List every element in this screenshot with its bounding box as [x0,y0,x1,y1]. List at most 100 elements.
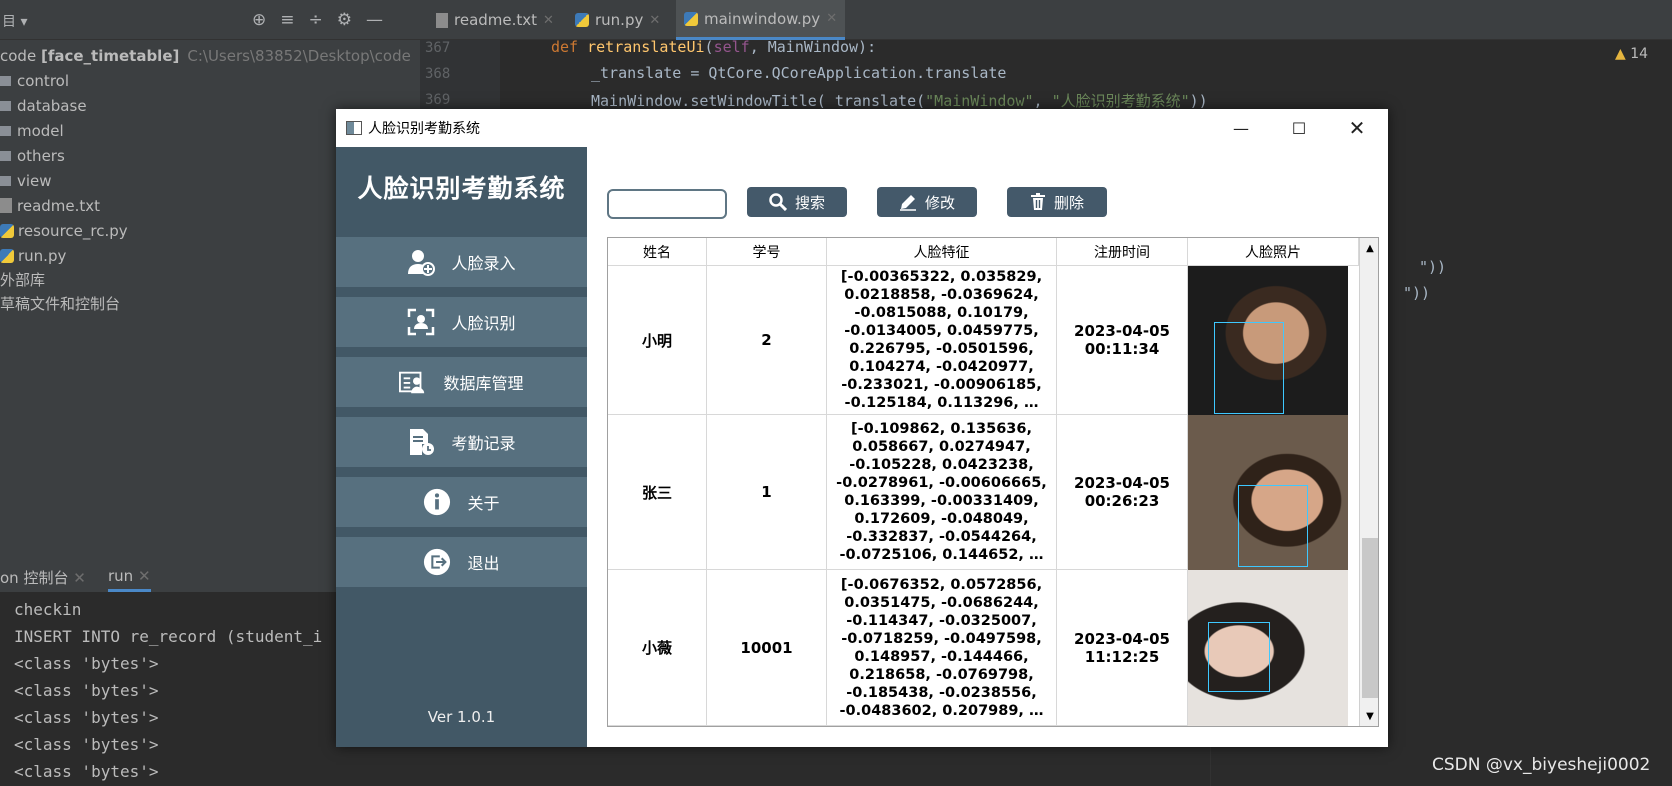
nav-about[interactable]: 关于 [336,477,587,527]
maximize-button[interactable]: ☐ [1270,109,1328,147]
close-icon[interactable]: ✕ [543,13,554,28]
close-button[interactable]: ✕ [1328,109,1386,147]
warnings-count: 14 [1630,46,1649,62]
locate-icon[interactable]: ⊕ [252,10,266,30]
column-header-photo[interactable]: 人脸照片 [1188,238,1359,266]
code-token: )) [1189,92,1208,110]
minimize-panel-icon[interactable]: — [366,10,383,30]
male-face-photo-2 [1188,415,1348,570]
attendance-app-window: 人脸识别考勤系统 — ☐ ✕ 人脸识别考勤系统 人脸录入 人脸识别 数据库管理 [336,109,1388,747]
column-header-feature[interactable]: 人脸特征 [827,238,1057,266]
cell-time[interactable]: 2023-04-05 11:12:25 [1057,570,1188,726]
face-detection-box [1214,322,1284,414]
tab-label: readme.txt [454,11,538,29]
tree-item-run[interactable]: run.py [0,243,66,268]
warnings-indicator[interactable]: ▲ 14 [1615,46,1648,62]
code-token: , MainWindow): [749,38,877,56]
student-table[interactable]: 姓名 学号 人脸特征 注册时间 人脸照片 小明 2 [-0.00365322, … [607,237,1379,727]
tree-item-external-libs[interactable]: 外部库 [0,267,45,292]
cell-time[interactable]: 2023-04-05 00:11:34 [1057,266,1188,415]
cell-time[interactable]: 2023-04-05 00:26:23 [1057,415,1188,570]
column-header-id[interactable]: 学号 [707,238,827,266]
tab-label: run.py [595,11,644,29]
female-face-photo [1188,570,1348,726]
window-titlebar[interactable]: 人脸识别考勤系统 — ☐ ✕ [336,109,1388,147]
code-token: retranslateUi [587,38,705,56]
code-line-369: MainWindow.setWindowTitle(_translate("Ma… [591,90,1208,111]
tree-label: run.py [18,246,67,265]
nav-label: 人脸录入 [451,254,516,273]
cell-name[interactable]: 张三 [608,415,707,570]
search-button[interactable]: 搜索 [747,187,847,217]
code-token: def [551,38,588,56]
database-manage-icon [399,368,427,396]
column-header-time[interactable]: 注册时间 [1057,238,1188,266]
tree-item-others[interactable]: others [0,143,65,168]
cell-name[interactable]: 小薇 [608,570,707,726]
line-number: 367 [425,40,451,56]
console-line: <class 'bytes'> [14,735,159,754]
nav-exit[interactable]: 退出 [336,537,587,587]
minimize-button[interactable]: — [1212,109,1270,147]
close-icon[interactable]: ✕ [73,569,86,587]
exit-icon [423,548,451,576]
close-icon[interactable]: ✕ [138,567,151,585]
table-scrollbar[interactable]: ▲ ▼ [1359,238,1378,726]
edit-button[interactable]: 修改 [877,187,977,217]
cell-id[interactable]: 2 [707,266,827,415]
database-management-panel: 搜索 修改 删除 姓名 学号 人脸特征 注册时间 人脸照片 小明 2 [-0.0… [587,147,1388,747]
tab-readme[interactable]: readme.txt ✕ [428,0,562,40]
code-token: ( [704,38,714,56]
nav-label: 考勤记录 [451,434,516,453]
attendance-record-icon [407,428,435,456]
project-root[interactable]: code [face_timetable] C:\Users\83852\Des… [0,43,411,68]
cell-feature[interactable]: [-0.0676352, 0.0572856, 0.0351475, -0.06… [827,570,1057,726]
tree-item-readme[interactable]: readme.txt [0,193,100,218]
scroll-down-icon[interactable]: ▼ [1360,706,1378,726]
watermark: CSDN @vx_biyesheji0002 [1432,755,1651,775]
tab-python-console[interactable]: on 控制台 ✕ [0,567,86,588]
tree-item-model[interactable]: model [0,118,64,143]
scroll-thumb[interactable] [1362,538,1378,698]
expand-all-icon[interactable]: ≡ [280,10,294,30]
search-input[interactable] [607,189,727,219]
project-dropdown-chevron-icon[interactable]: 目 ▾ [2,11,27,31]
root-module: [face_timetable] [40,46,180,65]
column-header-name[interactable]: 姓名 [608,238,707,266]
close-icon[interactable]: ✕ [649,13,660,28]
text-file-icon [436,12,448,28]
cell-id[interactable]: 10001 [707,570,827,726]
tree-label: resource_rc.py [18,221,128,240]
sidebar: 人脸识别考勤系统 人脸录入 人脸识别 数据库管理 考勤记录 关于 退出 Ver … [336,147,587,747]
tree-item-control[interactable]: control [0,68,69,93]
cell-name[interactable]: 小明 [608,266,707,415]
delete-button[interactable]: 删除 [1007,187,1107,217]
warning-icon: ▲ [1615,46,1626,62]
tab-mainwindow[interactable]: mainwindow.py ✕ [676,0,846,40]
collapse-all-icon[interactable]: ÷ [309,10,323,30]
tree-item-scratches[interactable]: 草稿文件和控制台 [0,291,120,316]
tree-item-database[interactable]: database [0,93,87,118]
code-token: MainWindow.setWindowTitle(_translate( [591,92,926,110]
nav-attendance-record[interactable]: 考勤记录 [336,417,587,467]
cell-id[interactable]: 1 [707,415,827,570]
face-scan-icon [407,308,435,336]
python-file-icon [0,223,14,238]
tab-label: mainwindow.py [704,9,821,28]
trash-icon [1030,193,1045,210]
nav-face-enroll[interactable]: 人脸录入 [336,237,587,287]
tab-run[interactable]: run.py ✕ [567,0,668,40]
close-icon[interactable]: ✕ [826,11,837,26]
nav-database-manage[interactable]: 数据库管理 [336,357,587,407]
code-fragment: ")) [1419,258,1447,276]
nav-face-recognize[interactable]: 人脸识别 [336,297,587,347]
project-toolbar-icons: ⊕ ≡ ÷ ⚙ — [252,10,383,30]
cell-feature[interactable]: [-0.00365322, 0.035829, 0.0218858, -0.03… [827,266,1057,415]
tab-run-console[interactable]: run ✕ [108,567,151,592]
tree-item-view[interactable]: view [0,168,52,193]
scroll-up-icon[interactable]: ▲ [1360,238,1378,258]
tree-item-resource-rc[interactable]: resource_rc.py [0,218,128,243]
gear-icon[interactable]: ⚙ [337,10,352,30]
cell-feature[interactable]: [-0.109862, 0.135636, 0.058667, 0.027494… [827,415,1057,570]
ide-toolbar: 目 ▾ ⊕ ≡ ÷ ⚙ — readme.txt ✕ run.py ✕ main… [0,0,1672,40]
